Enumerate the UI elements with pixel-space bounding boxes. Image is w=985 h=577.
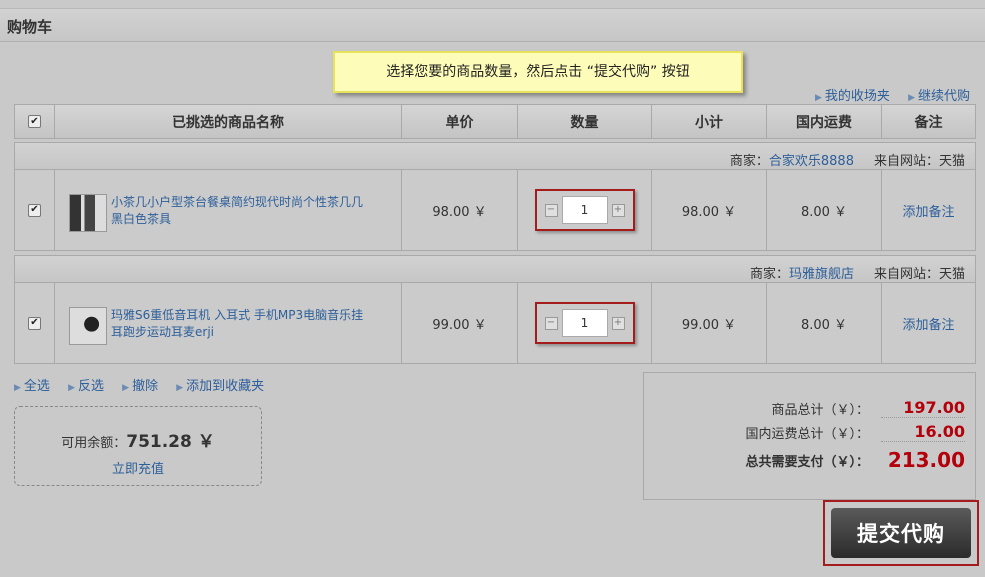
- item-checkbox[interactable]: ✔: [28, 316, 41, 330]
- arrow-right-icon: ▶: [814, 93, 822, 103]
- balance-label: 可用余额：: [61, 436, 127, 451]
- quantity-input[interactable]: 1: [561, 309, 608, 337]
- seller-link[interactable]: 玛雅旗舰店: [789, 267, 854, 282]
- arrow-right-icon: ▶: [122, 383, 130, 393]
- grand-total-label: 总共需要支付（￥）：: [745, 454, 869, 470]
- table-row: ✔ 玛雅S6重低音耳机 入耳式 手机MP3电脑音乐挂耳跑步运动耳麦erji 99…: [14, 282, 976, 364]
- table-row: ✔ 小茶几小户型茶台餐桌简约现代时尚个性茶几几黑白色茶具 98.00 ￥ − 1…: [14, 169, 976, 251]
- shipping-fee: 8.00 ￥: [766, 283, 881, 363]
- increase-button[interactable]: +: [611, 316, 625, 330]
- goods-total: 197.00: [881, 398, 965, 418]
- header-qty: 数量: [517, 105, 651, 138]
- header-name: 已挑选的商品名称: [54, 105, 401, 138]
- order-summary: 商品总计（￥）： 197.00 国内运费总计（￥）： 16.00 总共需要支付（…: [643, 372, 976, 500]
- arrow-right-icon: ▶: [908, 93, 915, 103]
- product-name-link[interactable]: 玛雅S6重低音耳机 入耳式 手机MP3电脑音乐挂耳跑步运动耳麦erji: [111, 307, 371, 341]
- add-note-link[interactable]: 添加备注: [881, 283, 975, 363]
- seller-bar: 商家：合家欢乐8888 来自网站：天猫: [14, 142, 976, 170]
- arrow-right-icon: ▶: [14, 383, 21, 393]
- quantity-input[interactable]: 1: [561, 196, 608, 224]
- quantity-stepper: − 1 +: [534, 189, 635, 231]
- remove-link[interactable]: ▶ 撤除: [122, 379, 158, 394]
- submit-order-button[interactable]: 提交代购: [831, 508, 971, 558]
- source-site: 天猫: [938, 267, 965, 282]
- shipping-total-label: 国内运费总计（￥）：: [745, 426, 869, 442]
- header-price: 单价: [401, 105, 517, 138]
- top-links: ▶ 我的收场夹 ▶ 继续代购: [801, 85, 970, 104]
- header-note: 备注: [881, 105, 975, 138]
- unit-price: 98.00 ￥: [401, 170, 517, 250]
- header-check-cell: ✔: [15, 105, 54, 138]
- my-favorites-link[interactable]: ▶ 我的收场夹: [815, 89, 890, 104]
- balance-amount: 751.28 ￥: [126, 432, 215, 452]
- cart-header: 购物车: [0, 9, 985, 42]
- add-to-favorites-link[interactable]: ▶ 添加到收藏夹: [176, 379, 264, 394]
- increase-button[interactable]: +: [611, 203, 625, 217]
- product-thumbnail[interactable]: [69, 307, 107, 345]
- select-all-checkbox[interactable]: ✔: [28, 115, 41, 128]
- source-site: 天猫: [938, 154, 965, 169]
- recharge-link[interactable]: 立即充值: [112, 462, 164, 477]
- grand-total: 213.00: [887, 448, 965, 472]
- select-all-link[interactable]: ▶ 全选: [14, 379, 50, 394]
- quantity-stepper: − 1 +: [534, 302, 635, 344]
- bulk-actions: ▶ 全选 ▶ 反选 ▶ 撤除 ▶ 添加到收藏夹: [14, 375, 278, 394]
- subtotal: 99.00 ￥: [651, 283, 766, 363]
- goods-total-label: 商品总计（￥）：: [771, 402, 869, 418]
- header-subtotal: 小计: [651, 105, 766, 138]
- product-name-link[interactable]: 小茶几小户型茶台餐桌简约现代时尚个性茶几几黑白色茶具: [111, 194, 371, 228]
- top-divider: [0, 0, 985, 9]
- decrease-button[interactable]: −: [544, 316, 558, 330]
- balance-box: 可用余额：751.28 ￥ 立即充值: [14, 406, 262, 486]
- seller-link[interactable]: 合家欢乐8888: [769, 154, 854, 169]
- arrow-right-icon: ▶: [68, 383, 75, 393]
- add-note-link[interactable]: 添加备注: [881, 170, 975, 250]
- unit-price: 99.00 ￥: [401, 283, 517, 363]
- seller-bar: 商家：玛雅旗舰店 来自网站：天猫: [14, 255, 976, 283]
- shipping-fee: 8.00 ￥: [766, 170, 881, 250]
- page-title: 购物车: [7, 18, 53, 36]
- arrow-right-icon: ▶: [176, 383, 184, 393]
- invert-selection-link[interactable]: ▶ 反选: [68, 379, 104, 394]
- item-checkbox[interactable]: ✔: [28, 203, 41, 217]
- decrease-button[interactable]: −: [544, 203, 558, 217]
- shipping-total: 16.00: [881, 422, 965, 442]
- header-shipping: 国内运费: [766, 105, 881, 138]
- product-thumbnail[interactable]: [69, 194, 107, 232]
- submit-highlight: 提交代购: [823, 500, 979, 566]
- subtotal: 98.00 ￥: [651, 170, 766, 250]
- instruction-tooltip: 选择您要的商品数量，然后点击 “提交代购” 按钮: [333, 51, 743, 93]
- table-header: ✔ 已挑选的商品名称 单价 数量 小计 国内运费 备注: [14, 104, 976, 139]
- continue-shopping-link[interactable]: ▶ 继续代购: [908, 89, 970, 104]
